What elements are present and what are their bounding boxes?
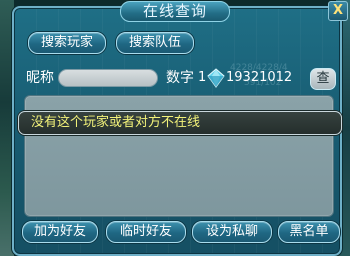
nickname-label: 昵称: [26, 70, 54, 86]
number-label: 数字: [166, 70, 194, 86]
result-message: 没有这个玩家或者对方不在线: [31, 115, 201, 130]
query-button[interactable]: 查: [310, 68, 336, 90]
blacklist-button[interactable]: 黑名单: [278, 221, 340, 243]
close-button[interactable]: X: [328, 1, 348, 21]
private-chat-button[interactable]: 设为私聊: [192, 221, 272, 243]
title-bar: 在线查询: [10, 0, 340, 22]
nickname-input[interactable]: [58, 69, 158, 87]
window-title: 在线查询: [119, 1, 230, 22]
add-friend-button[interactable]: 加为好友: [22, 221, 98, 243]
close-icon: X: [332, 3, 344, 18]
result-message-row[interactable]: 没有这个玩家或者对方不在线: [18, 111, 342, 135]
number-input[interactable]: 19321012: [222, 69, 306, 87]
search-player-button[interactable]: 搜索玩家: [28, 32, 106, 54]
search-team-button[interactable]: 搜索队伍: [116, 32, 194, 54]
temp-friend-button[interactable]: 临时好友: [106, 221, 186, 243]
